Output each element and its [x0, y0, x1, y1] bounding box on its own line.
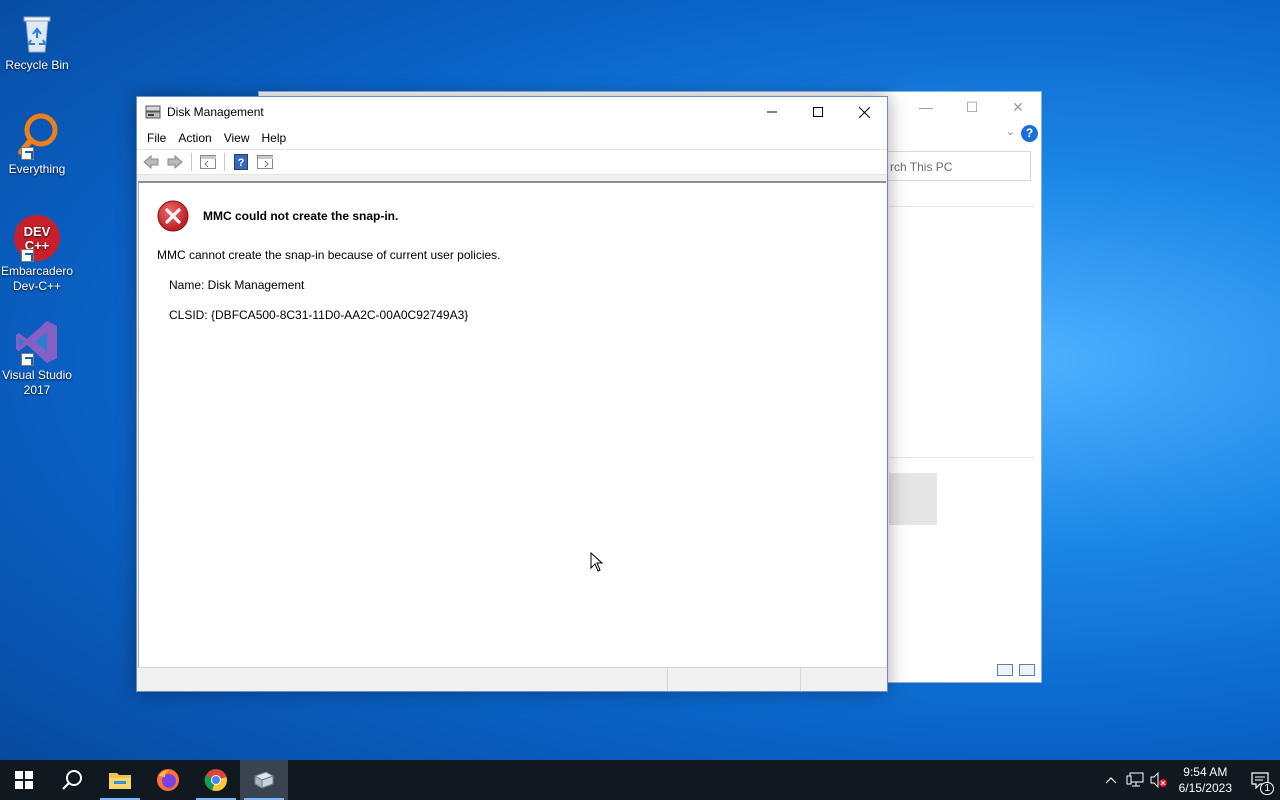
taskbar-file-explorer[interactable] [96, 760, 144, 800]
help-book-icon: ? [234, 154, 248, 170]
divider [889, 206, 1035, 207]
firefox-icon [157, 769, 179, 791]
system-tray: 9:54 AM 6/15/2023 1 [1099, 760, 1280, 800]
windows-logo-icon [15, 771, 33, 789]
start-button[interactable] [0, 760, 48, 800]
action-center-button[interactable]: 1 [1240, 760, 1280, 800]
help-icon[interactable]: ? [1021, 125, 1038, 142]
status-pane-main [137, 668, 668, 691]
error-clsid: CLSID: {DBFCA500-8C31-11D0-AA2C-00A0C927… [169, 308, 469, 322]
shortcut-arrow-icon [21, 353, 34, 366]
error-title: MMC could not create the snap-in. [203, 209, 399, 223]
window-title: Disk Management [167, 105, 264, 119]
network-icon [1126, 772, 1144, 787]
disk-management-icon [145, 105, 161, 119]
network-status[interactable] [1123, 760, 1147, 800]
divider [889, 457, 1035, 458]
search-input[interactable]: rch This PC [879, 151, 1031, 181]
menu-bar: File Action View Help [137, 127, 887, 149]
chrome-icon [204, 769, 227, 792]
maximize-icon[interactable]: ☐ [949, 92, 995, 122]
desktop-icon-recycle-bin[interactable]: Recycle Bin [0, 8, 74, 73]
desktop-icon-visual-studio[interactable]: Visual Studio 2017 [0, 318, 74, 398]
toolbar-separator [224, 153, 225, 171]
chevron-up-icon [1105, 777, 1117, 784]
visual-studio-icon [13, 318, 61, 366]
status-bar [137, 667, 887, 691]
file-explorer-icon [109, 773, 131, 789]
error-icon [157, 200, 189, 232]
devcpp-icon: DEV C++ [13, 214, 61, 262]
desktop-icon-devcpp[interactable]: DEV C++ Embarcadero Dev-C++ [0, 214, 74, 294]
desktop-icon-label: Embarcadero Dev-C++ [0, 264, 74, 293]
close-button[interactable] [841, 97, 887, 127]
selected-item[interactable] [889, 473, 937, 525]
desktop-icon-label: Everything [8, 162, 66, 176]
search-icon [62, 770, 82, 790]
error-message: MMC cannot create the snap-in because of… [157, 248, 501, 262]
details-view-icon[interactable] [997, 664, 1013, 676]
status-pane-middle [668, 668, 801, 691]
toolbar-separator [191, 153, 192, 171]
shortcut-arrow-icon [21, 147, 34, 160]
show-hide-action-pane-button[interactable] [255, 152, 275, 172]
chevron-down-icon[interactable]: ⌄ [1006, 125, 1015, 138]
status-pane-right [801, 668, 885, 691]
forward-arrow-icon [167, 155, 183, 169]
everything-search-icon [13, 112, 61, 160]
disk-management-window[interactable]: Disk Management File Action View Help ? … [136, 96, 888, 692]
desktop-icon-everything[interactable]: Everything [0, 112, 74, 177]
minimize-icon [767, 111, 777, 113]
desktop-icon-label: Recycle Bin [5, 58, 69, 72]
clock-date: 6/15/2023 [1178, 781, 1232, 795]
menu-view[interactable]: View [218, 131, 256, 145]
recycle-bin-icon [13, 8, 61, 56]
taskbar-firefox[interactable] [144, 760, 192, 800]
mouse-cursor-icon [590, 551, 604, 575]
svg-text:?: ? [238, 157, 245, 169]
clock[interactable]: 9:54 AM 6/15/2023 [1171, 764, 1240, 796]
menu-file[interactable]: File [141, 131, 172, 145]
back-button[interactable] [141, 152, 161, 172]
close-icon[interactable]: ✕ [995, 92, 1041, 122]
close-icon [858, 106, 870, 118]
toolbar: ? [137, 149, 887, 175]
minimize-button[interactable] [749, 97, 795, 127]
mmc-icon [253, 771, 275, 789]
show-hidden-icons-button[interactable] [1099, 760, 1123, 800]
taskbar: 9:54 AM 6/15/2023 1 [0, 760, 1280, 800]
taskbar-mmc[interactable] [240, 760, 288, 800]
action-pane-icon [257, 155, 273, 169]
forward-button[interactable] [165, 152, 185, 172]
taskbar-chrome[interactable] [192, 760, 240, 800]
title-bar[interactable]: Disk Management [137, 97, 887, 127]
minimize-icon[interactable]: — [903, 92, 949, 122]
menu-action[interactable]: Action [172, 131, 217, 145]
large-icons-view-icon[interactable] [1019, 664, 1035, 676]
help-button[interactable]: ? [231, 152, 251, 172]
notification-count-badge: 1 [1260, 782, 1274, 795]
maximize-icon [813, 107, 823, 117]
taskbar-search-button[interactable] [48, 760, 96, 800]
volume-muted-icon [1150, 772, 1167, 788]
shortcut-arrow-icon [21, 249, 34, 262]
volume-status[interactable] [1147, 760, 1171, 800]
menu-help[interactable]: Help [256, 131, 293, 145]
maximize-button[interactable] [795, 97, 841, 127]
console-tree-icon [200, 155, 216, 169]
show-hide-console-tree-button[interactable] [198, 152, 218, 172]
svg-text:DEV: DEV [24, 224, 51, 239]
error-panel: MMC could not create the snap-in. MMC ca… [138, 181, 886, 667]
desktop-icon-label: Visual Studio 2017 [2, 368, 72, 397]
error-snapin-name: Name: Disk Management [169, 278, 305, 292]
back-arrow-icon [143, 155, 159, 169]
clock-time: 9:54 AM [1183, 765, 1228, 779]
